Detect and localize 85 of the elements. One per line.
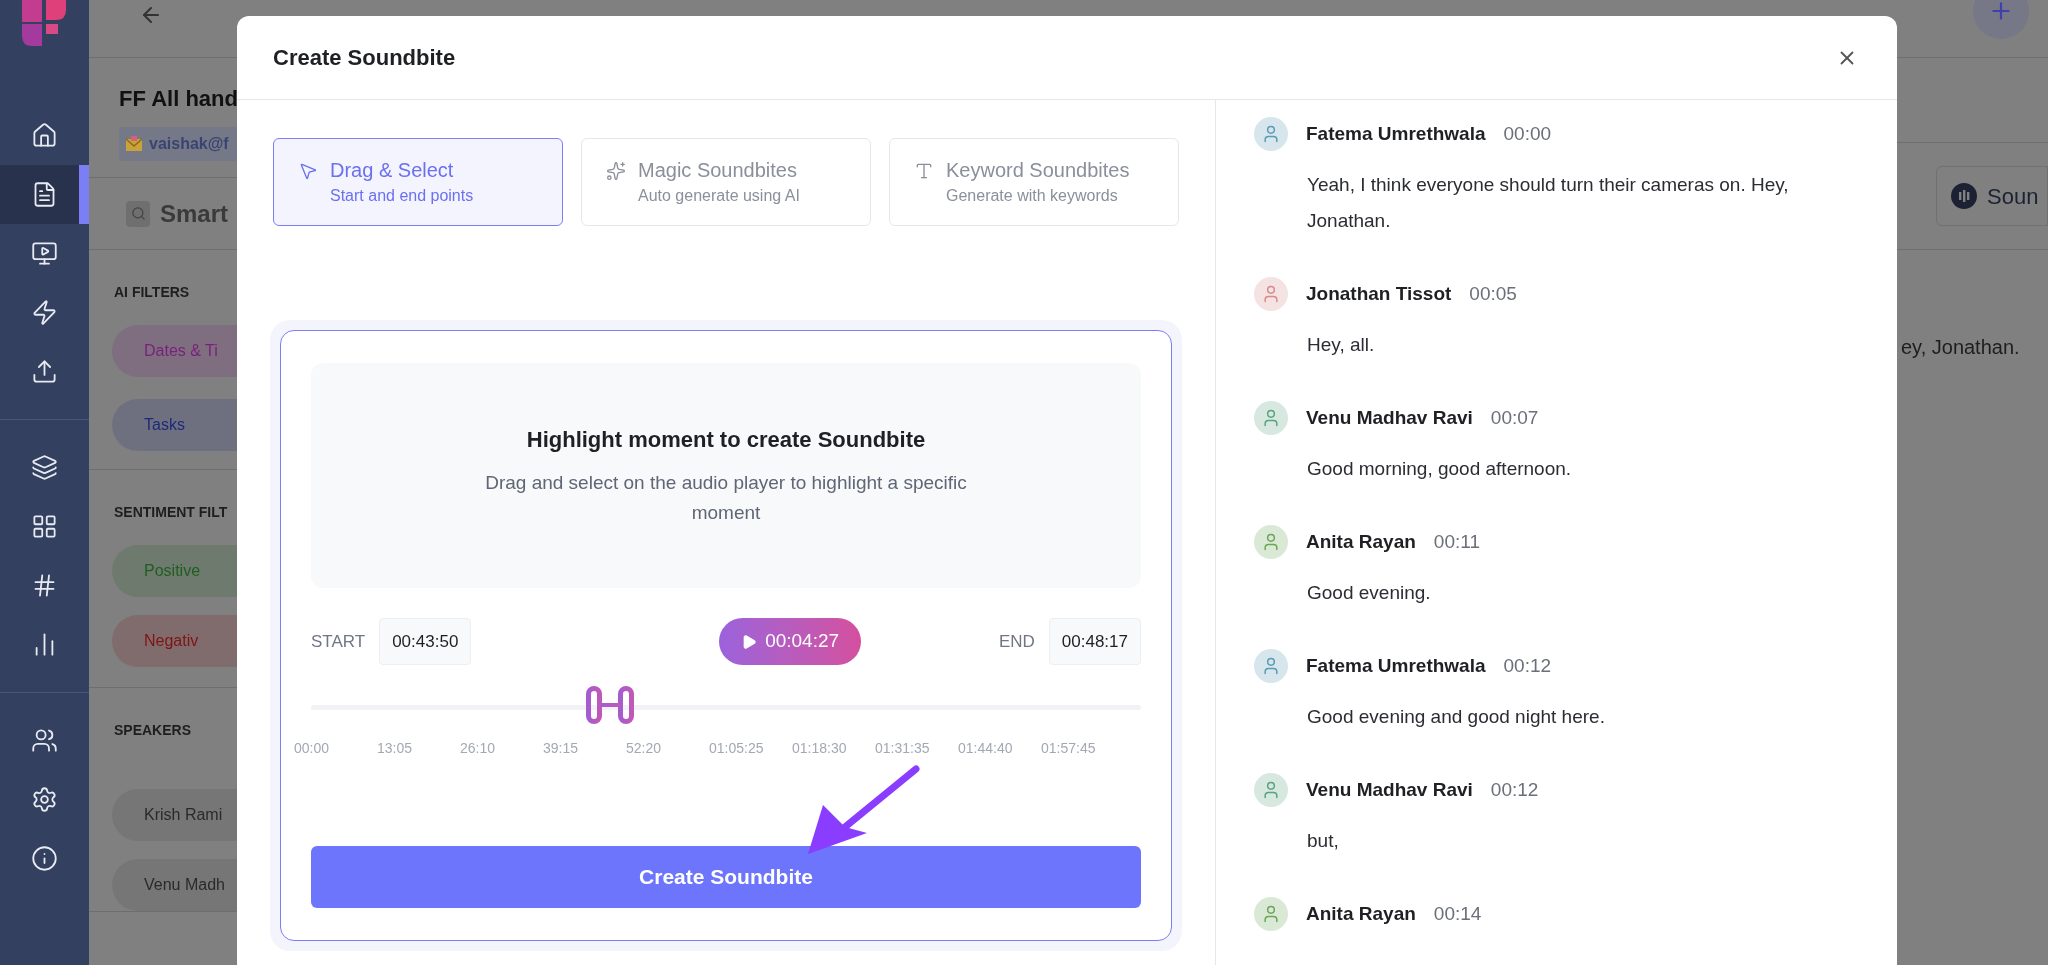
search-icon [126, 200, 150, 227]
timestamp: 00:00 [1503, 121, 1552, 146]
section-heading: SENTIMENT FILT [114, 503, 229, 522]
tab-title: Magic Soundbites [638, 158, 798, 183]
tab-title: Keyword Soundbites [946, 158, 1130, 183]
utterance-text: Good morning, good afternoon. [1307, 457, 1573, 481]
range-handle[interactable] [585, 686, 634, 724]
tab-subtitle: Auto generate using AI [638, 186, 800, 206]
logo-icon [20, 0, 68, 46]
timeline-tick: 52:20 [626, 740, 662, 756]
filter-chip[interactable]: Venu Madh [112, 859, 237, 911]
start-time-field[interactable]: 00:43:50 [379, 618, 472, 665]
info-icon [31, 845, 58, 872]
timeline-tick: 01:05:25 [709, 740, 764, 756]
play-button[interactable]: 00:04:27 [719, 618, 862, 665]
utterance-text: Yeah, I think everyone should turn their cameras on. Hey, Jonathan. [1307, 173, 1790, 233]
speaker-name: Venu Madhav Ravi [1306, 405, 1473, 430]
person-icon [1261, 780, 1281, 800]
transcript-excerpt: ey, Jonathan. [1900, 335, 2021, 360]
person-icon [1261, 284, 1281, 304]
settings-icon [31, 786, 58, 813]
utterance-text: Hey, all. [1307, 333, 1376, 357]
speaker-name: Anita Rayan [1306, 901, 1416, 926]
person-icon [1261, 904, 1281, 924]
upload-icon [31, 358, 58, 385]
sidebar-item[interactable] [0, 165, 89, 224]
section-heading: AI FILTERS [114, 283, 191, 302]
users-icon [31, 727, 58, 754]
utterance-text: Good evening. [1307, 581, 1432, 605]
section-heading: SPEAKERS [114, 721, 193, 740]
speaker-name: Jonathan Tissot [1306, 281, 1452, 306]
filter-chip[interactable]: Tasks [112, 399, 237, 451]
home-icon [31, 122, 58, 149]
soundbites-button[interactable]: Soun [1936, 166, 2048, 226]
layers-icon [31, 454, 58, 481]
timeline-tick: 01:31:35 [875, 740, 930, 756]
person-icon [1261, 408, 1281, 428]
tab-subtitle: Generate with keywords [946, 186, 1119, 206]
play-icon [741, 633, 758, 650]
section-title: Smart [160, 198, 229, 229]
end-time-field[interactable]: 00:48:17 [1048, 618, 1141, 665]
envelope-icon [125, 136, 143, 152]
mode-tab[interactable]: Magic Soundbites Auto generate using AI [581, 138, 871, 226]
timestamp: 00:11 [1433, 529, 1480, 554]
owner-email: vaishak@f [149, 134, 229, 154]
sparkles-icon [606, 161, 626, 181]
person-icon [1261, 124, 1281, 144]
grid-icon [31, 513, 58, 540]
person-icon [1261, 656, 1281, 676]
end-label: END [998, 630, 1035, 653]
mode-tab[interactable]: Keyword Soundbites Generate with keywords [889, 138, 1179, 226]
modal-title: Create Soundbite [273, 44, 456, 72]
start-label: START [311, 630, 366, 653]
create-soundbite-button[interactable]: Create Soundbite [311, 846, 1141, 908]
monitor-icon [31, 240, 58, 267]
timestamp: 00:14 [1433, 901, 1482, 926]
mode-tab[interactable]: Drag & Select Start and end points [273, 138, 563, 226]
timestamp: 00:12 [1490, 777, 1539, 802]
filter-chip[interactable]: Krish Rami [112, 789, 237, 841]
timeline-tick: 39:15 [543, 740, 579, 756]
tab-subtitle: Start and end points [330, 186, 474, 206]
person-icon [1261, 532, 1281, 552]
lightning-icon [31, 299, 58, 326]
text-icon [914, 161, 934, 181]
speaker-name: Fatema Umrethwala [1306, 121, 1486, 146]
timeline-tick: 01:18:30 [792, 740, 847, 756]
utterance-text: but, [1307, 829, 1340, 853]
soundwave-icon [1951, 183, 1977, 209]
utterance-text: Good evening and good night here. [1307, 705, 1606, 729]
timestamp: 00:05 [1469, 281, 1517, 306]
timestamp: 00:12 [1503, 653, 1552, 678]
speaker-name: Venu Madhav Ravi [1306, 777, 1473, 802]
speaker-name: Fatema Umrethwala [1306, 653, 1486, 678]
timeline-tick: 01:57:45 [1041, 740, 1096, 756]
speaker-name: Anita Rayan [1306, 529, 1416, 554]
cursor-icon [298, 161, 318, 181]
timeline-tick: 00:00 [294, 740, 330, 756]
timeline-tick: 13:05 [377, 740, 413, 756]
hint-description: Drag and select on the audio player to highlight a specific moment [484, 471, 968, 525]
timeline-tick: 26:10 [460, 740, 496, 756]
hint-heading: Highlight moment to create Soundbite [526, 426, 926, 454]
tab-title: Drag & Select [330, 158, 455, 183]
timestamp: 00:07 [1490, 405, 1539, 430]
timeline-tick: 01:44:40 [958, 740, 1013, 756]
meeting-title: FF All hand [119, 85, 237, 113]
